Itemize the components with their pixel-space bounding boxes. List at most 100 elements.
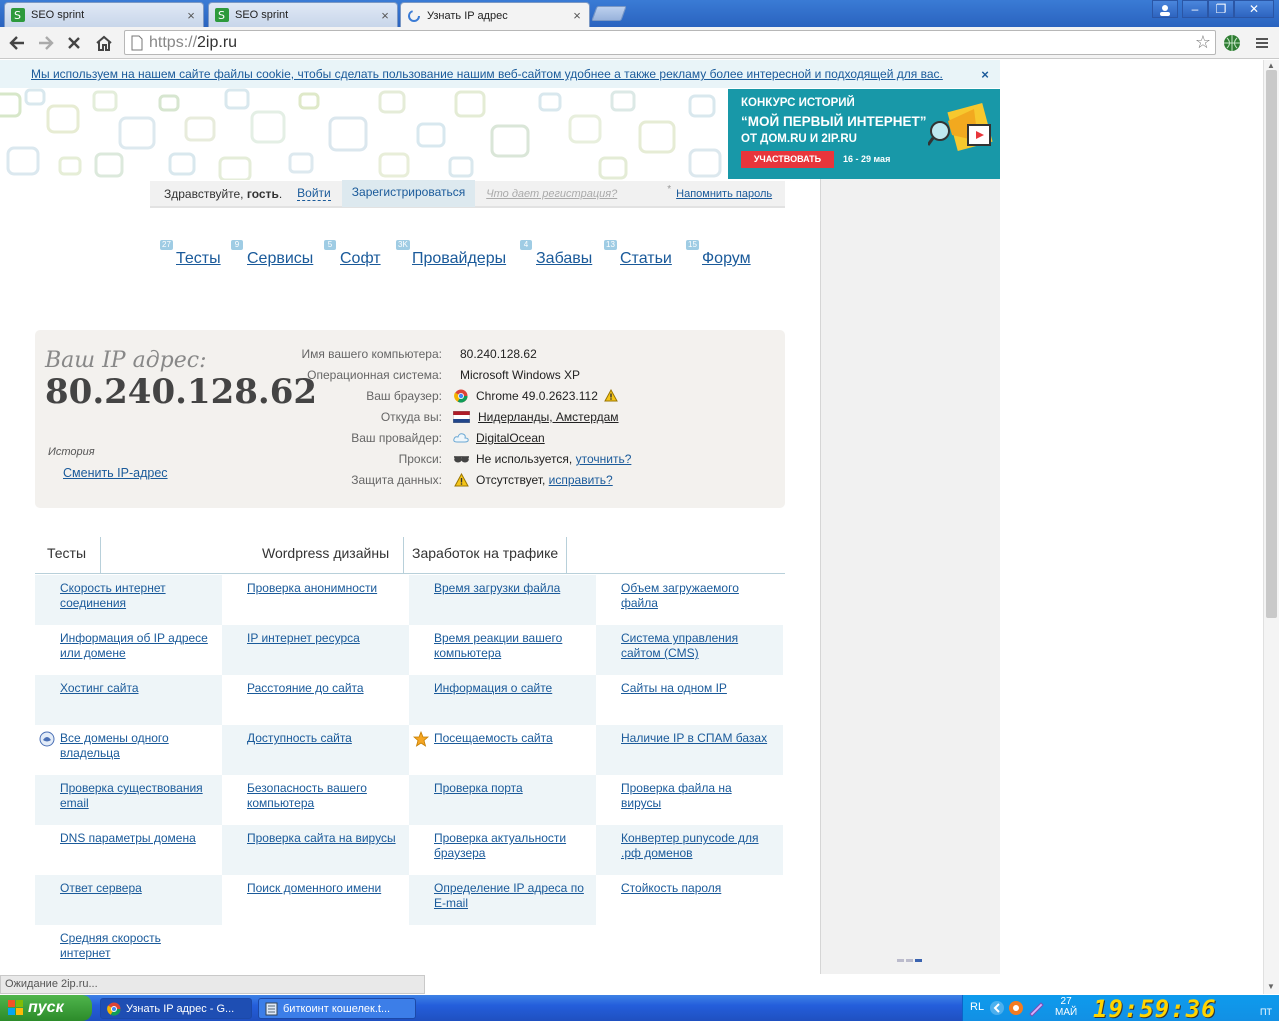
test-link[interactable]: Проверка актуальности браузера [434,831,588,861]
browser-tab-1[interactable]: S SEO sprint × [4,2,204,27]
test-cell: Посещаемость сайта [409,725,596,775]
info-key: Ваш провайдер: [351,431,442,445]
test-link[interactable]: Посещаемость сайта [434,731,588,746]
test-link[interactable]: Время реакции вашего компьютера [434,631,588,661]
nav-label[interactable]: Сервисы [247,250,313,268]
page-info-icon[interactable] [125,35,149,51]
location-link[interactable]: Нидерланды, Амстердам [478,410,619,424]
fix-link[interactable]: исправить? [549,473,613,487]
test-link[interactable]: Проверка порта [434,781,588,796]
pen-tool-icon[interactable] [1027,999,1045,1017]
test-link[interactable]: Проверка файла на вирусы [621,781,775,811]
cookie-close-icon[interactable]: × [970,67,1000,82]
tab-wordpress-designs[interactable]: Wordpress дизайны [262,545,389,561]
address-bar[interactable]: https://2ip.ru ☆ [124,30,1216,55]
test-link[interactable]: Поиск доменного имени [247,881,401,896]
banner-participate-button[interactable]: УЧАСТВОВАТЬ [741,151,834,168]
why-register-link[interactable]: Что дает регистрация? [486,188,617,200]
test-link[interactable]: Информация об IP адресе или домене [60,631,214,661]
taskbar-item-notepad[interactable]: биткоинт кошелек.t... [258,998,416,1019]
test-link[interactable]: Скорость интернет соединения [60,581,214,611]
header-decoration [0,88,728,180]
cookie-notice-text[interactable]: Мы используем на нашем сайте файлы cooki… [31,67,970,81]
register-button[interactable]: Зарегистрироваться [341,180,476,207]
tray-clock[interactable]: 19:59:36 [1093,995,1217,1021]
forward-arrow-icon[interactable] [34,31,58,55]
contest-banner[interactable]: КОНКУРС ИСТОРИЙ “МОЙ ПЕРВЫЙ ИНТЕРНЕТ” ОТ… [728,89,1000,179]
minimize-icon[interactable]: – [1182,0,1208,18]
nav-count-badge: 4 [520,240,532,250]
test-link[interactable]: Безопасность вашего компьютера [247,781,401,811]
test-link[interactable]: Конвертер punycode для .рф доменов [621,831,775,861]
tab-close-icon[interactable]: × [379,8,391,23]
scroll-up-icon[interactable]: ▲ [1267,61,1275,70]
stop-loading-icon[interactable] [62,31,86,55]
nav-label[interactable]: Софт [340,250,381,268]
test-link[interactable]: DNS параметры домена [60,831,214,846]
test-link[interactable]: Средняя скорость интернет [60,931,214,961]
tab-tests[interactable]: Тесты [47,545,86,561]
browser-tab-3-active[interactable]: Узнать IP адрес × [400,2,590,28]
nav-label[interactable]: Провайдеры [412,250,506,268]
tab-title: SEO sprint [31,9,85,21]
tab-close-icon[interactable]: × [185,8,197,23]
chrome-menu-icon[interactable] [1250,31,1274,55]
test-link[interactable]: Сайты на одном IP [621,681,775,696]
test-link[interactable]: Определение IP адреса по E-mail [434,881,588,911]
extension-globe-icon[interactable] [1220,31,1244,55]
test-link[interactable]: Время загрузки файла [434,581,588,596]
test-link[interactable]: Проверка сайта на вирусы [247,831,401,846]
test-link[interactable]: Наличие IP в СПАМ базах [621,731,775,746]
test-link[interactable]: IP интернет ресурса [247,631,401,646]
window-close-icon[interactable]: ✕ [1234,0,1274,18]
netherlands-flag-icon [452,409,470,425]
remind-password-link[interactable]: Напомнить пароль [676,188,772,200]
nav-label[interactable]: Тесты [176,250,221,268]
taskbar-item-chrome[interactable]: Узнать IP адрес - G... [100,998,252,1019]
test-link[interactable]: Проверка существования email [60,781,214,811]
test-link[interactable]: Ответ сервера [60,881,214,896]
profile-icon[interactable] [1152,0,1178,18]
info-row-location: Откуда вы: Нидерланды, Амстердам [35,410,785,430]
start-button[interactable]: пуск [0,995,92,1021]
test-link[interactable]: Расстояние до сайта [247,681,401,696]
language-indicator[interactable]: RL [970,1001,984,1013]
nav-label[interactable]: Форум [702,250,751,268]
nav-label[interactable]: Забавы [536,250,592,268]
asterisk: * [667,184,672,195]
slider-dots[interactable] [897,959,922,962]
test-link[interactable]: Объем загружаемого файла [621,581,775,611]
test-cell: Расстояние до сайта [222,675,409,725]
test-link[interactable]: Система управления сайтом (CMS) [621,631,775,661]
nav-label[interactable]: Статьи [620,250,672,268]
test-link[interactable]: Хостинг сайта [60,681,214,696]
home-icon[interactable] [92,31,116,55]
back-arrow-icon[interactable] [5,31,29,55]
tab-traffic-earnings[interactable]: Заработок на трафике [412,545,558,561]
login-link[interactable]: Войти [297,186,331,201]
test-link[interactable]: Информация о сайте [434,681,588,696]
taskbar-item-label: биткоинт кошелек.t... [283,1002,391,1015]
avast-icon[interactable] [1008,1000,1024,1016]
new-tab-button[interactable] [591,6,627,21]
provider-link[interactable]: DigitalOcean [476,431,545,445]
scroll-down-icon[interactable]: ▼ [1267,982,1275,991]
clarify-link[interactable]: уточнить? [576,452,632,466]
banner-line-2: “МОЙ ПЕРВЫЙ ИНТЕРНЕТ” [741,114,927,129]
test-link[interactable]: Проверка анонимности [247,581,401,596]
test-link[interactable]: Доступность сайта [247,731,401,746]
tab-close-icon[interactable]: × [571,8,583,23]
url-text[interactable]: https://2ip.ru [149,34,1191,52]
browser-tab-strip: S SEO sprint × S SEO sprint × Узнать IP … [0,0,1279,28]
restore-icon[interactable]: ❐ [1208,0,1234,18]
browser-tab-2[interactable]: S SEO sprint × [208,2,398,27]
tray-expand-icon[interactable] [989,1000,1005,1016]
scroll-thumb[interactable] [1266,70,1277,618]
info-key: Имя вашего компьютера: [301,347,442,361]
vertical-scrollbar[interactable]: ▲ ▼ [1263,60,1279,994]
test-link[interactable]: Все домены одного владельца [60,731,214,761]
test-cell: Средняя скорость интернет [35,925,222,975]
test-link[interactable]: Стойкость пароля [621,881,775,896]
chrome-icon [452,388,470,404]
bookmark-star-icon[interactable]: ☆ [1191,32,1215,53]
